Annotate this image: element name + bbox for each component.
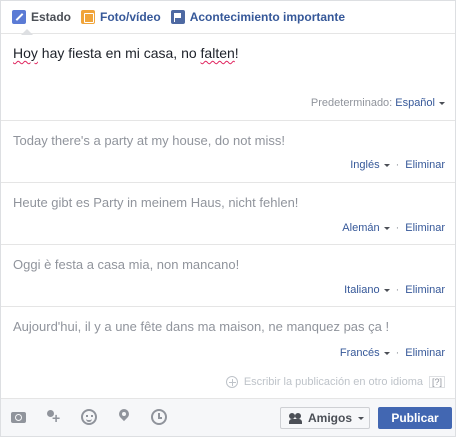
translation-block: Aujourd'hui, il y a une fête dans ma mai…: [1, 306, 455, 372]
composer-tabs: Estado Foto/vídeo Acontecimiento importa…: [1, 1, 455, 35]
location-pin-icon[interactable]: [116, 409, 132, 425]
separator: ·: [395, 284, 400, 296]
tab-status[interactable]: Estado: [12, 1, 72, 35]
misspelled-word: Hoy: [13, 45, 38, 61]
translation-block: Oggi è festa a casa mia, non mancano! It…: [1, 244, 455, 306]
language-label: Inglés: [350, 159, 380, 171]
photo-icon: [81, 10, 96, 24]
translation-text[interactable]: Aujourd'hui, il y a une fête dans ma mai…: [13, 319, 389, 334]
clock-icon[interactable]: [151, 409, 167, 425]
language-selector[interactable]: Alemán: [342, 222, 390, 234]
separator: ·: [395, 222, 400, 234]
composer-footer: Amigos Publicar: [1, 398, 455, 436]
language-selector[interactable]: Inglés: [350, 159, 390, 171]
remove-link[interactable]: Eliminar: [405, 159, 445, 171]
chevron-down-icon: [383, 351, 390, 355]
post-text-end: !: [234, 45, 239, 61]
post-text-input[interactable]: Hoy hay fiesta en mi casa, no falten!: [13, 45, 239, 61]
add-language[interactable]: Escribir la publicación en otro idioma […: [225, 376, 445, 388]
tag-people-icon[interactable]: [46, 409, 62, 425]
plus-icon: [225, 376, 238, 388]
language-selector[interactable]: Francés: [340, 347, 390, 359]
translation-actions: Alemán · Eliminar: [342, 222, 445, 234]
separator: ·: [395, 159, 400, 171]
tab-life-event-label: Acontecimiento importante: [189, 10, 346, 24]
language-selector[interactable]: Italiano: [344, 284, 390, 296]
post-composer: Estado Foto/vídeo Acontecimiento importa…: [0, 0, 456, 437]
misspelled-word: falten: [200, 45, 235, 61]
translation-actions: Inglés · Eliminar: [350, 159, 445, 171]
add-language-label[interactable]: Escribir la publicación en otro idioma: [244, 376, 423, 388]
remove-link[interactable]: Eliminar: [405, 347, 445, 359]
tab-photo-video-label: Foto/vídeo: [100, 10, 161, 24]
default-language-label: Predeterminado:: [310, 97, 393, 109]
smile-icon[interactable]: [81, 409, 97, 425]
chevron-down-icon: [383, 163, 390, 167]
tab-status-label: Estado: [31, 10, 72, 24]
translation-block: Today there's a party at my house, do no…: [1, 120, 455, 182]
footer-icons: [11, 409, 186, 425]
language-label: Alemán: [342, 222, 380, 234]
audience-selector-button[interactable]: Amigos: [280, 407, 370, 429]
flag-icon: [170, 10, 185, 24]
audience-label: Amigos: [308, 411, 353, 425]
language-label: Italiano: [344, 284, 380, 296]
friends-icon: [289, 412, 303, 424]
publish-button[interactable]: Publicar: [378, 407, 452, 429]
default-language: Predeterminado: Español: [311, 97, 445, 109]
chevron-down-icon: [383, 288, 390, 292]
separator: ·: [395, 347, 400, 359]
translation-text[interactable]: Oggi è festa a casa mia, non mancano!: [13, 257, 239, 272]
translation-text[interactable]: Today there's a party at my house, do no…: [13, 133, 285, 148]
post-text-middle: hay fiesta en mi casa, no: [37, 45, 201, 61]
help-icon[interactable]: [?]: [428, 376, 445, 388]
remove-link[interactable]: Eliminar: [405, 222, 445, 234]
chevron-down-icon: [383, 226, 390, 230]
camera-icon[interactable]: [11, 409, 27, 425]
chevron-down-icon: [358, 416, 365, 420]
language-label: Francés: [339, 347, 380, 359]
tab-life-event[interactable]: Acontecimiento importante: [170, 1, 346, 34]
translation-actions: Italiano · Eliminar: [344, 284, 445, 296]
default-language-selector[interactable]: Español: [395, 97, 435, 109]
tab-photo-video[interactable]: Foto/vídeo: [81, 1, 161, 34]
main-post-area[interactable]: Hoy hay fiesta en mi casa, no falten! Pr…: [1, 35, 455, 119]
chevron-down-icon[interactable]: [439, 101, 445, 105]
translation-actions: Francés · Eliminar: [340, 347, 445, 359]
translation-text[interactable]: Heute gibt es Party in meinem Haus, nich…: [13, 195, 298, 210]
translation-block: Heute gibt es Party in meinem Haus, nich…: [1, 182, 455, 244]
remove-link[interactable]: Eliminar: [405, 284, 445, 296]
pencil-icon: [12, 10, 26, 24]
